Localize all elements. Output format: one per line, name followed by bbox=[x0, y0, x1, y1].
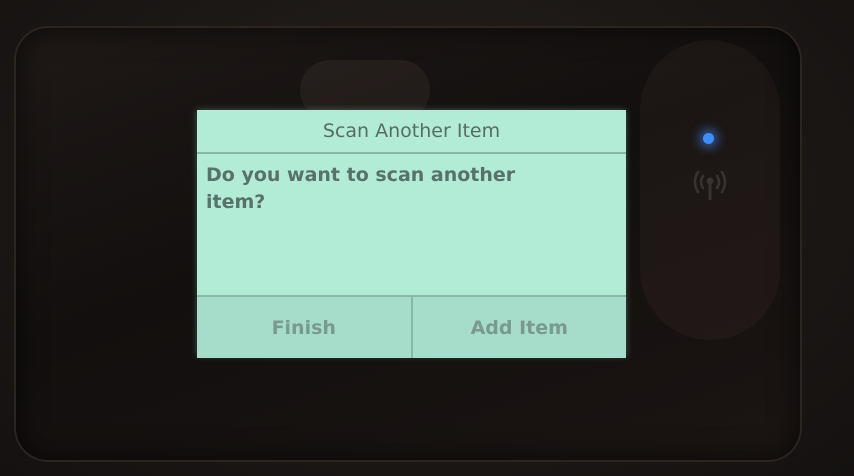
dialog-button-row: Finish Add Item bbox=[197, 295, 626, 358]
dialog-message: Do you want to scan another item? bbox=[206, 164, 516, 213]
status-led bbox=[703, 133, 714, 144]
add-item-button[interactable]: Add Item bbox=[410, 297, 627, 358]
dialog-title: Scan Another Item bbox=[197, 110, 626, 154]
lcd-screen: Scan Another Item Do you want to scan an… bbox=[197, 110, 626, 358]
wireless-icon[interactable] bbox=[688, 164, 732, 204]
printer-control-panel: Scan Another Item Do you want to scan an… bbox=[0, 0, 854, 476]
finish-button[interactable]: Finish bbox=[197, 297, 411, 358]
